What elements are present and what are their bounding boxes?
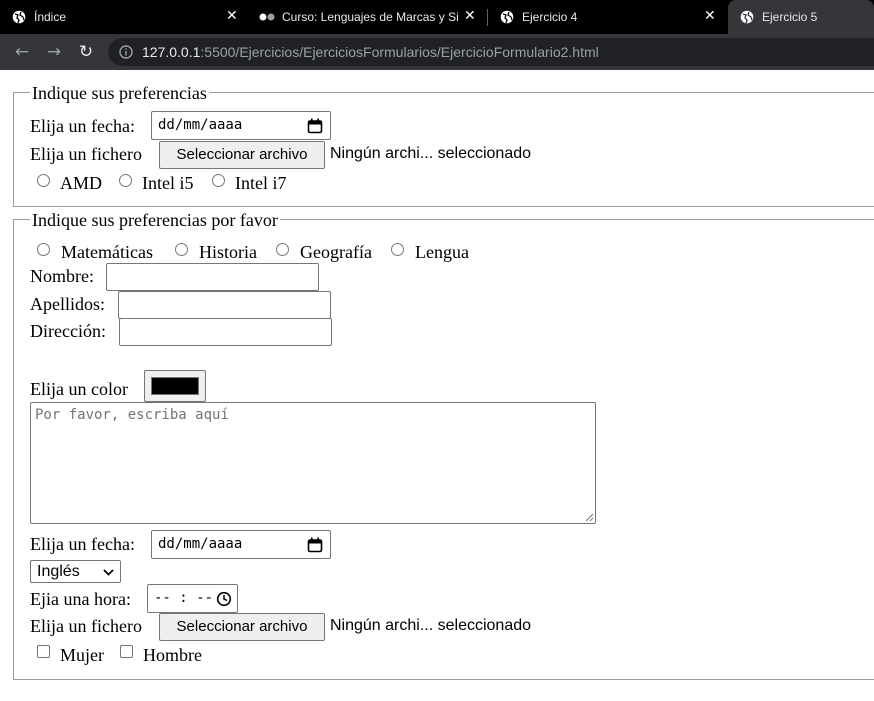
radio-geografia[interactable] — [276, 243, 289, 256]
back-icon[interactable]: ← — [12, 42, 32, 62]
globe-icon — [740, 10, 754, 24]
browser-toolbar: ← → ↻ 127.0.0.1:5500/Ejercicios/Ejercici… — [0, 34, 874, 70]
fieldset-legend: Indique sus preferencias — [30, 83, 209, 103]
url-path: :5500/Ejercicios/EjerciciosFormularios/E… — [200, 44, 599, 60]
tab-ejercicio-4[interactable]: Ejercicio 4 ✕ — [488, 0, 728, 34]
calendar-icon[interactable] — [307, 537, 323, 553]
address-bar[interactable]: 127.0.0.1:5500/Ejercicios/EjerciciosForm… — [108, 38, 874, 66]
fieldset-legend: Indique sus preferencias por favor — [30, 210, 280, 230]
date-value: dd/mm/aaaa — [158, 536, 243, 552]
select-file-button[interactable]: Seleccionar archivo — [159, 141, 325, 169]
checkbox-label-mujer: Mujer — [60, 645, 104, 665]
radio-intel-i5[interactable] — [119, 174, 132, 187]
color-picker[interactable] — [144, 370, 206, 402]
checkbox-label-hombre: Hombre — [143, 645, 202, 665]
date-input[interactable]: dd/mm/aaaa — [151, 111, 331, 140]
radio-label-amd: AMD — [60, 173, 103, 193]
chevron-down-icon — [103, 569, 114, 576]
close-tab-icon[interactable]: ✕ — [226, 9, 238, 23]
address-input[interactable] — [119, 318, 332, 346]
language-select[interactable]: Inglés — [30, 560, 121, 583]
globe-icon — [12, 10, 26, 24]
time-value: -- : -- — [154, 590, 214, 606]
forward-icon[interactable]: → — [44, 42, 64, 62]
loading-dots-icon — [259, 13, 275, 21]
tab-strip: Índice ✕ Curso: Lenguajes de Marcas y Si… — [0, 0, 874, 34]
clock-icon[interactable] — [216, 591, 232, 607]
close-tab-icon[interactable]: ✕ — [704, 9, 716, 23]
file-status-2: Ningún archi... seleccionado — [330, 617, 532, 634]
comments-textarea[interactable]: Por favor, escriba aquí — [30, 402, 596, 524]
radio-lengua[interactable] — [391, 243, 404, 256]
url-host: 127.0.0.1 — [142, 44, 201, 60]
color-label: Elija un color — [30, 379, 128, 399]
time-input[interactable]: -- : -- — [147, 584, 238, 613]
file-label-2: Elija un fichero — [30, 616, 142, 636]
reload-icon[interactable]: ↻ — [76, 42, 96, 62]
radio-intel-i7[interactable] — [212, 174, 225, 187]
radio-label-matematicas: Matemáticas — [61, 242, 153, 262]
tab-title: Índice — [34, 10, 67, 24]
resize-handle-icon[interactable] — [585, 513, 593, 521]
surname-input[interactable] — [118, 291, 331, 319]
radio-label-intel-i5: Intel i5 — [142, 173, 194, 193]
tab-curso[interactable]: Curso: Lenguajes de Marcas y Sis ✕ — [248, 0, 488, 34]
radio-label-geografia: Geografía — [300, 242, 372, 262]
radio-amd[interactable] — [37, 174, 50, 187]
checkbox-mujer[interactable] — [37, 645, 50, 658]
surname-label: Apellidos: — [30, 294, 105, 314]
date-label: Elija un fecha: — [30, 116, 135, 136]
radio-historia[interactable] — [175, 243, 188, 256]
tab-indice[interactable]: Índice ✕ — [0, 0, 248, 34]
date-input-2[interactable]: dd/mm/aaaa — [151, 530, 331, 559]
textarea-placeholder: Por favor, escriba aquí — [35, 407, 229, 423]
close-tab-icon[interactable]: ✕ — [464, 9, 476, 23]
radio-label-intel-i7: Intel i7 — [235, 173, 287, 193]
address-label: Dirección: — [30, 321, 106, 341]
tab-title: Ejercicio 4 — [522, 10, 578, 24]
language-selected: Inglés — [37, 563, 80, 580]
tab-ejercicio-5[interactable]: Ejercicio 5 — [728, 0, 874, 34]
tab-title: Ejercicio 5 — [762, 10, 818, 24]
info-icon[interactable] — [119, 45, 133, 59]
date-label-2: Elija un fecha: — [30, 534, 135, 554]
calendar-icon[interactable] — [307, 118, 323, 134]
radio-label-historia: Historia — [199, 242, 257, 262]
globe-icon — [500, 10, 514, 24]
date-value: dd/mm/aaaa — [158, 117, 243, 133]
file-status: Ningún archi... seleccionado — [330, 145, 532, 162]
color-swatch — [151, 377, 199, 395]
tab-title: Curso: Lenguajes de Marcas y Sis — [282, 10, 458, 24]
radio-matematicas[interactable] — [37, 243, 50, 256]
radio-label-lengua: Lengua — [415, 242, 469, 262]
select-file-button-2[interactable]: Seleccionar archivo — [159, 613, 325, 641]
name-label: Nombre: — [30, 266, 94, 286]
file-label: Elija un fichero — [30, 144, 142, 164]
url-text: 127.0.0.1:5500/Ejercicios/EjerciciosForm… — [142, 44, 599, 60]
time-label: Ejia una hora: — [30, 589, 131, 609]
checkbox-hombre[interactable] — [120, 645, 133, 658]
name-input[interactable] — [106, 263, 319, 291]
